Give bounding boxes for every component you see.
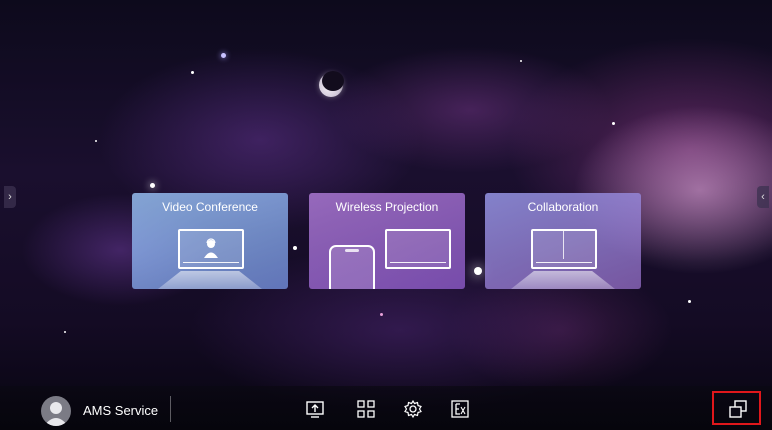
split-screen-divider [563,231,564,259]
star [95,140,97,142]
screen-share-icon[interactable] [305,399,325,419]
projection-beam [511,271,615,289]
monitor-icon [531,229,597,269]
person-icon [204,238,218,258]
moon-decoration [319,71,344,97]
highlight-box [712,391,761,425]
left-sidebar-toggle[interactable]: › [4,186,16,208]
star [474,267,482,275]
star [221,53,226,58]
whiteboard-icon[interactable] [450,399,470,419]
right-sidebar-toggle[interactable]: ‹ [757,186,769,208]
card-title: Wireless Projection [335,200,439,214]
star [64,331,66,333]
user-avatar-icon[interactable] [41,396,71,426]
collaboration-card[interactable]: Collaboration [485,193,641,289]
taskbar-divider [170,396,171,422]
home-screen: › ‹ Video Conference Wireless Projection… [0,0,772,430]
settings-gear-icon[interactable] [403,399,423,419]
monitor-icon [178,229,244,269]
star [293,246,297,250]
wireless-projection-card[interactable]: Wireless Projection [309,193,465,289]
monitor-icon [385,229,451,269]
card-title: Video Conference [162,200,258,214]
star [191,71,194,74]
star [380,313,383,316]
star [520,60,522,62]
user-name[interactable]: AMS Service [83,403,158,418]
star [150,183,155,188]
phone-icon [329,245,375,289]
person-silhouette-icon [44,402,68,426]
star [612,122,615,125]
card-title: Collaboration [527,200,599,214]
video-conference-card[interactable]: Video Conference [132,193,288,289]
taskbar: AMS Service [0,386,772,430]
apps-grid-icon[interactable] [356,399,376,419]
star [688,300,691,303]
projection-beam [158,271,262,289]
